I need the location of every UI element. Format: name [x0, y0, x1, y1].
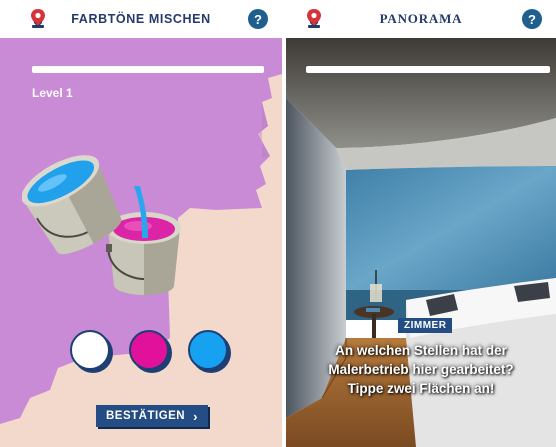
header: FARBTÖNE MISCHEN ?: [0, 0, 282, 38]
page-title: FARBTÖNE MISCHEN: [71, 12, 211, 26]
swatch-white[interactable]: [70, 330, 110, 370]
panorama-screen: PANORAMA ? ZIMMER An welchen Stellen hat…: [286, 0, 556, 447]
help-icon: ?: [254, 11, 262, 27]
question-line-3: Tippe zwei Flächen an!: [347, 381, 495, 396]
help-button[interactable]: ?: [522, 9, 542, 29]
panorama-view[interactable]: ZIMMER An welchen Stellen hat der Malerb…: [286, 38, 556, 447]
paint-bucket-illustration: [22, 155, 181, 295]
help-button[interactable]: ?: [248, 9, 268, 29]
room-label[interactable]: ZIMMER: [398, 318, 453, 333]
question-line-2: Malerbetrieb hier gearbeitet?: [328, 362, 514, 377]
progress-bar: [306, 66, 550, 73]
swatch-blue[interactable]: [188, 330, 228, 370]
header: PANORAMA ?: [286, 0, 556, 38]
map-pin-icon[interactable]: [306, 9, 322, 29]
chevron-right-icon: ›: [193, 408, 198, 424]
color-mixing-screen: FARBTÖNE MISCHEN ? Level 1 BESTÄTIGEN ›: [0, 0, 282, 447]
confirm-button-label: BESTÄTIGEN: [106, 410, 186, 422]
task-question: An welchen Stellen hat der Malerbetrieb …: [300, 341, 542, 398]
swatch-magenta[interactable]: [129, 330, 169, 370]
color-swatches: [70, 330, 228, 370]
help-icon: ?: [528, 11, 536, 27]
question-line-1: An welchen Stellen hat der: [335, 343, 507, 358]
level-label: Level 1: [32, 86, 73, 100]
progress-bar: [32, 66, 264, 73]
map-pin-icon[interactable]: [30, 9, 46, 29]
confirm-button[interactable]: BESTÄTIGEN ›: [96, 405, 208, 427]
mixing-stage: Level 1 BESTÄTIGEN ›: [0, 38, 282, 447]
page-title: PANORAMA: [379, 11, 463, 26]
